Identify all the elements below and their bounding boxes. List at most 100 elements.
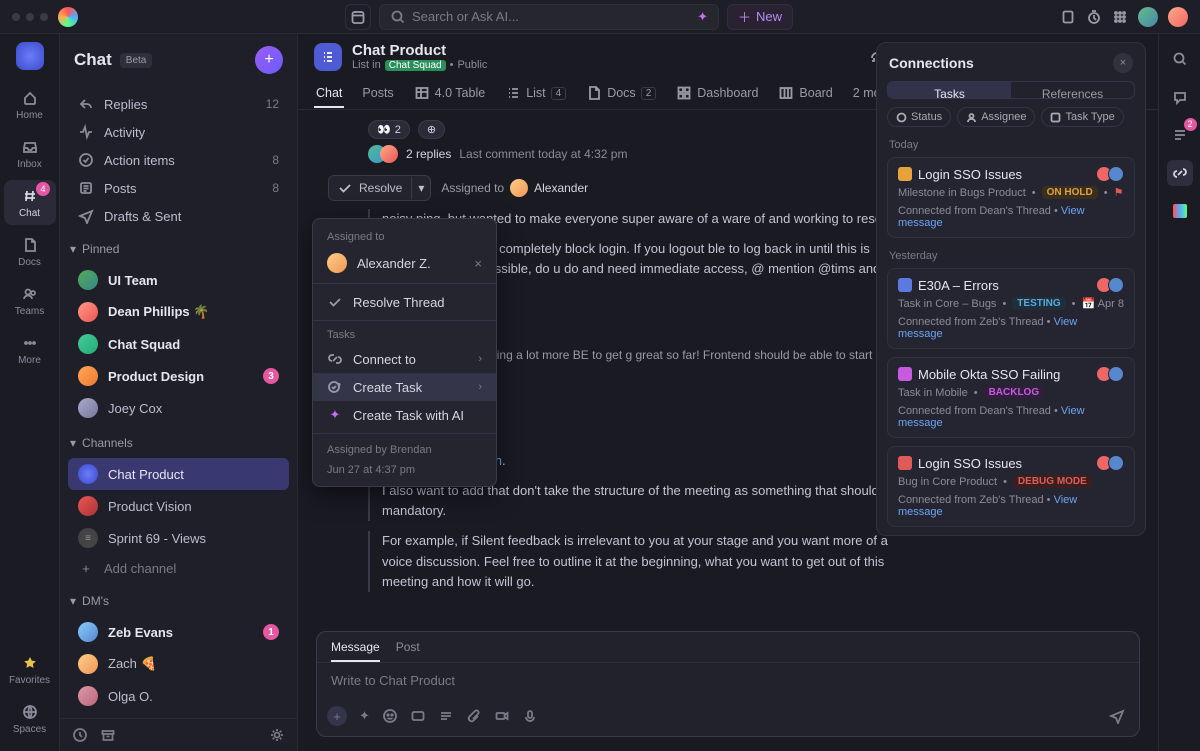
- clipboard-icon[interactable]: [1060, 9, 1076, 25]
- add-reaction[interactable]: ⊕: [418, 120, 445, 139]
- nav-drafts[interactable]: Drafts & Sent: [68, 202, 289, 230]
- popover-resolve[interactable]: Resolve Thread: [313, 288, 496, 316]
- emoji-icon[interactable]: [382, 708, 398, 724]
- popover-connect[interactable]: Connect to›: [313, 345, 496, 373]
- tab-chat[interactable]: Chat: [314, 80, 344, 108]
- rail-more[interactable]: More: [4, 327, 56, 372]
- group-pinned[interactable]: ▾Pinned: [60, 234, 297, 260]
- rail-teams[interactable]: Teams: [4, 278, 56, 323]
- connection-card[interactable]: Login SSO Issues Bug in Core Product•DEB…: [887, 446, 1135, 527]
- send-button[interactable]: [1105, 704, 1129, 728]
- tab-dashboard[interactable]: Dashboard: [674, 79, 760, 109]
- workspace-logo-icon[interactable]: [16, 42, 44, 70]
- connection-card[interactable]: Mobile Okta SSO Failing Task in Mobile•B…: [887, 357, 1135, 438]
- tab-posts[interactable]: Posts: [360, 80, 395, 108]
- filter-assignee[interactable]: Assignee: [957, 107, 1035, 127]
- rrail-connections[interactable]: [1167, 160, 1193, 186]
- calendar-button[interactable]: [345, 4, 371, 30]
- attachment-icon[interactable]: [466, 708, 482, 724]
- popover-assignee[interactable]: Alexander Z.×: [313, 247, 496, 279]
- popover-create-task[interactable]: Create Task›: [313, 373, 496, 401]
- right-rail: 2: [1158, 34, 1200, 751]
- gif-icon[interactable]: [410, 708, 426, 724]
- rail-spaces[interactable]: Spaces: [4, 696, 56, 741]
- close-icon[interactable]: ×: [474, 256, 482, 271]
- rrail-comments[interactable]: [1167, 84, 1193, 110]
- settings-icon[interactable]: [269, 727, 285, 743]
- channel-item[interactable]: Product Vision: [68, 490, 289, 522]
- win-dot[interactable]: [12, 13, 20, 21]
- add-channel-button[interactable]: +Add channel: [68, 554, 289, 582]
- ai-icon[interactable]: ✦: [359, 708, 370, 724]
- composer: Message Post Write to Chat Product + ✦: [316, 631, 1140, 737]
- video-icon[interactable]: [494, 708, 510, 724]
- plus-icon[interactable]: +: [327, 706, 347, 726]
- popover-create-task-ai[interactable]: ✦Create Task with AI: [313, 401, 496, 429]
- tab-board[interactable]: Board: [776, 79, 834, 109]
- chevron-down-icon[interactable]: ▾: [411, 177, 430, 199]
- pinned-item[interactable]: Dean Phillips 🌴: [68, 296, 289, 328]
- nav-activity[interactable]: Activity: [68, 118, 289, 146]
- rail-docs[interactable]: Docs: [4, 229, 56, 274]
- mention-link[interactable]: @tims: [818, 261, 855, 276]
- rail-chat[interactable]: Chat4: [4, 180, 56, 225]
- apps-icon[interactable]: [1112, 9, 1128, 25]
- composer-tab-post[interactable]: Post: [396, 640, 420, 662]
- pinned-item[interactable]: Chat Squad: [68, 328, 289, 360]
- channel-item[interactable]: ≡Sprint 69 - Views: [68, 522, 289, 554]
- nav-replies[interactable]: Replies12: [68, 90, 289, 118]
- win-dot[interactable]: [40, 13, 48, 21]
- pinned-item[interactable]: Joey Cox: [68, 392, 289, 424]
- nav-action-items[interactable]: Action items8: [68, 146, 289, 174]
- timer-icon[interactable]: [1086, 9, 1102, 25]
- message-quote: I also want to add that don't take the s…: [368, 481, 908, 521]
- tab-docs[interactable]: Docs2: [584, 79, 658, 109]
- connection-card[interactable]: E30A – Errors Task in Core – Bugs•TESTIN…: [887, 268, 1135, 349]
- archive-icon[interactable]: [100, 727, 116, 743]
- resolve-button[interactable]: Resolve ▾: [328, 175, 431, 201]
- left-rail: Home Inbox Chat4 Docs Teams More Favorit…: [0, 34, 60, 751]
- user-avatar[interactable]: [1168, 7, 1188, 27]
- panel-tab-tasks[interactable]: Tasks: [888, 82, 1011, 98]
- new-chat-button[interactable]: +: [255, 46, 283, 74]
- channel-item[interactable]: Chat Product: [68, 458, 289, 490]
- filter-task-type[interactable]: Task Type: [1041, 107, 1123, 127]
- nav-posts[interactable]: Posts8: [68, 174, 289, 202]
- history-icon[interactable]: [72, 727, 88, 743]
- pinned-item[interactable]: Product Design3: [68, 360, 289, 392]
- comment-icon: [1172, 89, 1188, 105]
- mic-icon[interactable]: [522, 708, 538, 724]
- win-dot[interactable]: [26, 13, 34, 21]
- rail-favorites[interactable]: Favorites: [4, 647, 56, 692]
- dm-item[interactable]: Olga O.: [68, 680, 289, 712]
- space-chip[interactable]: Chat Squad: [385, 60, 446, 71]
- group-dms[interactable]: ▾DM's: [60, 586, 297, 612]
- rail-inbox[interactable]: Inbox: [4, 131, 56, 176]
- dm-item[interactable]: Zeb Evans1: [68, 616, 289, 648]
- more-icon: [22, 335, 38, 351]
- user-avatar[interactable]: [1138, 7, 1158, 27]
- rail-home[interactable]: Home: [4, 82, 56, 127]
- format-icon[interactable]: [438, 708, 454, 724]
- search-input[interactable]: Search or Ask AI... ✦: [379, 4, 719, 30]
- tab-list[interactable]: List4: [503, 79, 568, 109]
- search-placeholder: Search or Ask AI...: [412, 9, 519, 24]
- chat-badge: 4: [36, 182, 49, 196]
- panel-tab-references[interactable]: References: [1011, 82, 1134, 98]
- resolve-popover: Assigned to Alexander Z.× Resolve Thread…: [312, 218, 497, 487]
- composer-input[interactable]: Write to Chat Product: [317, 663, 1139, 698]
- connections-panel: Connections × Tasks References Status As…: [876, 42, 1146, 536]
- close-button[interactable]: ×: [1113, 53, 1133, 73]
- connection-card[interactable]: Login SSO Issues Milestone in Bugs Produ…: [887, 157, 1135, 238]
- group-channels[interactable]: ▾Channels: [60, 428, 297, 454]
- reaction[interactable]: 👀2: [368, 120, 410, 139]
- rrail-threads[interactable]: 2: [1167, 122, 1193, 148]
- rrail-search[interactable]: [1167, 46, 1193, 72]
- filter-status[interactable]: Status: [887, 107, 951, 127]
- dm-item[interactable]: Zach 🍕: [68, 648, 289, 680]
- new-button[interactable]: ＋New: [727, 4, 793, 30]
- tab-table[interactable]: 4.0 Table: [412, 79, 488, 109]
- rrail-apps[interactable]: [1167, 198, 1193, 224]
- composer-tab-message[interactable]: Message: [331, 640, 380, 662]
- pinned-item[interactable]: UI Team: [68, 264, 289, 296]
